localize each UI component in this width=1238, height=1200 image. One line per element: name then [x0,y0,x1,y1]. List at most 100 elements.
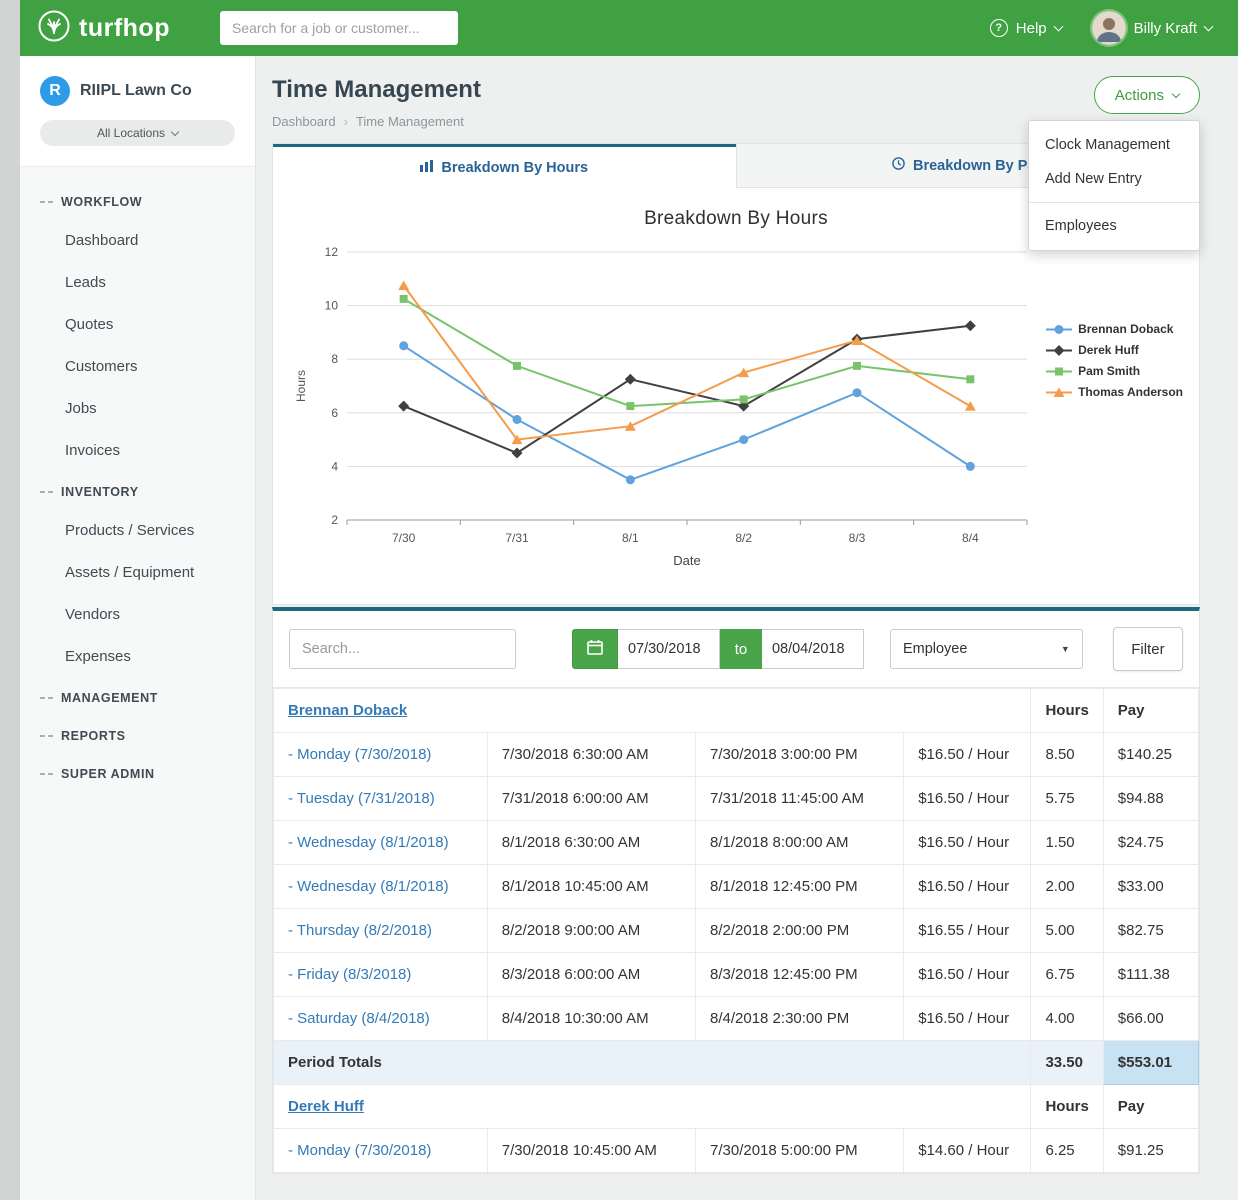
employee-cell: Derek Huff [274,1085,1031,1129]
clock-out-cell: 7/30/2018 5:00:00 PM [696,1129,904,1173]
legend-marker-icon [1046,323,1072,336]
legend-item-brennan-doback[interactable]: Brennan Doback [1046,322,1183,336]
company-block: R RIIPL Lawn Co All Locations [20,56,255,167]
sidebar-item-vendors[interactable]: Vendors [20,593,255,635]
clock-in-cell: 7/30/2018 6:30:00 AM [487,733,695,777]
svg-text:Hours: Hours [294,370,308,402]
day-cell: - Saturday (8/4/2018) [274,997,488,1041]
user-avatar [1092,11,1126,45]
calendar-icon [587,639,603,660]
pay-cell: $94.88 [1103,777,1198,821]
day-cell: - Monday (7/30/2018) [274,733,488,777]
clock-in-cell: 8/1/2018 10:45:00 AM [487,865,695,909]
day-link[interactable]: - Wednesday (8/1/2018) [288,834,449,851]
employee-header-row: Brennan DobackHoursPay [274,689,1199,733]
svg-text:4: 4 [331,459,338,473]
legend-item-derek-huff[interactable]: Derek Huff [1046,343,1183,357]
sidebar-item-assets-equipment[interactable]: Assets / Equipment [20,551,255,593]
tab-breakdown-by-hours[interactable]: Breakdown By Hours [273,144,736,188]
sidebar-section-super-admin[interactable]: SUPER ADMIN [20,753,255,791]
timesheet-row: - Wednesday (8/1/2018) 8/1/2018 10:45:00 … [274,865,1199,909]
sidebar-item-expenses[interactable]: Expenses [20,635,255,677]
bar-chart-icon [420,160,433,176]
chart-legend: Brennan Doback Derek Huff Pam Smith Thomas … [1046,322,1183,399]
day-link[interactable]: - Tuesday (7/31/2018) [288,790,435,807]
sidebar-item-dashboard[interactable]: Dashboard [20,219,255,261]
turfhop-grass-icon [38,10,70,47]
sidebar-item-leads[interactable]: Leads [20,261,255,303]
svg-text:8/1: 8/1 [622,531,639,545]
menu-item-employees[interactable]: Employees [1029,209,1199,243]
day-link[interactable]: - Thursday (8/2/2018) [288,922,432,939]
actions-menu: Clock ManagementAdd New Entry Employees [1028,120,1200,251]
day-link[interactable]: - Monday (7/30/2018) [288,746,431,763]
sidebar-item-quotes[interactable]: Quotes [20,303,255,345]
day-link[interactable]: - Saturday (8/4/2018) [288,1010,430,1027]
breadcrumb-item-dashboard[interactable]: Dashboard [272,114,336,129]
svg-text:8: 8 [331,352,338,366]
sidebar-section-workflow[interactable]: WORKFLOW [20,181,255,219]
table-search-input[interactable] [289,629,516,669]
day-link[interactable]: - Monday (7/30/2018) [288,1142,431,1159]
day-link[interactable]: - Friday (8/3/2018) [288,966,411,983]
clock-in-cell: 8/3/2018 6:00:00 AM [487,953,695,997]
chevron-down-icon [1172,90,1180,98]
hours-cell: 6.75 [1031,953,1103,997]
legend-label: Brennan Doback [1078,322,1173,336]
clock-out-cell: 8/1/2018 12:45:00 PM [696,865,904,909]
locations-label: All Locations [97,126,165,140]
sidebar-item-invoices[interactable]: Invoices [20,429,255,471]
timesheet-table: Brennan DobackHoursPay- Monday (7/30/201… [273,688,1199,1173]
menu-item-clock-management[interactable]: Clock Management [1029,128,1199,162]
sidebar-section-label: INVENTORY [61,485,139,499]
hours-cell: 8.50 [1031,733,1103,777]
timesheet-body: Brennan DobackHoursPay- Monday (7/30/201… [274,689,1199,1173]
actions-label: Actions [1115,87,1164,104]
filter-row: to Employee ▼ Filter [273,611,1199,688]
sidebar-section-reports[interactable]: REPORTS [20,715,255,753]
employee-link-brennan-doback[interactable]: Brennan Doback [288,702,407,719]
employee-cell: Brennan Doback [274,689,1031,733]
period-total-hours: 33.50 [1031,1041,1103,1085]
legend-item-thomas-anderson[interactable]: Thomas Anderson [1046,385,1183,399]
page-title: Time Management [272,76,481,104]
tab-label: Breakdown By Hours [441,160,588,176]
sidebar-item-customers[interactable]: Customers [20,345,255,387]
help-menu[interactable]: ? Help [990,19,1062,37]
filter-button[interactable]: Filter [1113,627,1183,671]
sidebar-section-inventory[interactable]: INVENTORY [20,471,255,509]
brand-logo[interactable]: turfhop [38,10,170,47]
svg-text:12: 12 [325,245,339,259]
chevron-down-icon [1053,21,1063,31]
sidebar-item-jobs[interactable]: Jobs [20,387,255,429]
calendar-button[interactable] [572,629,618,669]
legend-marker-icon [1046,365,1072,378]
legend-marker-icon [1046,344,1072,357]
hours-cell: 1.50 [1031,821,1103,865]
user-menu[interactable]: Billy Kraft [1092,11,1212,45]
legend-item-pam-smith[interactable]: Pam Smith [1046,364,1183,378]
legend-marker-icon [1046,386,1072,399]
help-label: Help [1016,20,1047,37]
select-caret-icon: ▼ [1061,644,1070,654]
menu-item-add-new-entry[interactable]: Add New Entry [1029,162,1199,196]
sidebar-section-management[interactable]: MANAGEMENT [20,677,255,715]
date-to-input[interactable] [762,629,864,669]
help-icon: ? [990,19,1008,37]
sidebar-item-products-services[interactable]: Products / Services [20,509,255,551]
date-from-input[interactable] [618,629,720,669]
day-link[interactable]: - Wednesday (8/1/2018) [288,878,449,895]
hours-chart[interactable]: 246810127/307/318/18/28/38/4DateHours [291,236,1041,576]
svg-text:6: 6 [331,406,338,420]
hours-column-header: Hours [1031,689,1103,733]
sidebar-section-label: WORKFLOW [61,195,142,209]
employee-select[interactable]: Employee ▼ [890,629,1083,669]
rate-cell: $16.50 / Hour [904,997,1031,1041]
main-content: Time Management Dashboard›Time Managemen… [256,56,1238,1200]
locations-selector[interactable]: All Locations [40,120,235,146]
employee-link-derek-huff[interactable]: Derek Huff [288,1098,364,1115]
clock-in-cell: 8/4/2018 10:30:00 AM [487,997,695,1041]
global-search-input[interactable] [220,11,458,45]
actions-button[interactable]: Actions [1094,76,1200,114]
date-to-label: to [720,629,762,669]
